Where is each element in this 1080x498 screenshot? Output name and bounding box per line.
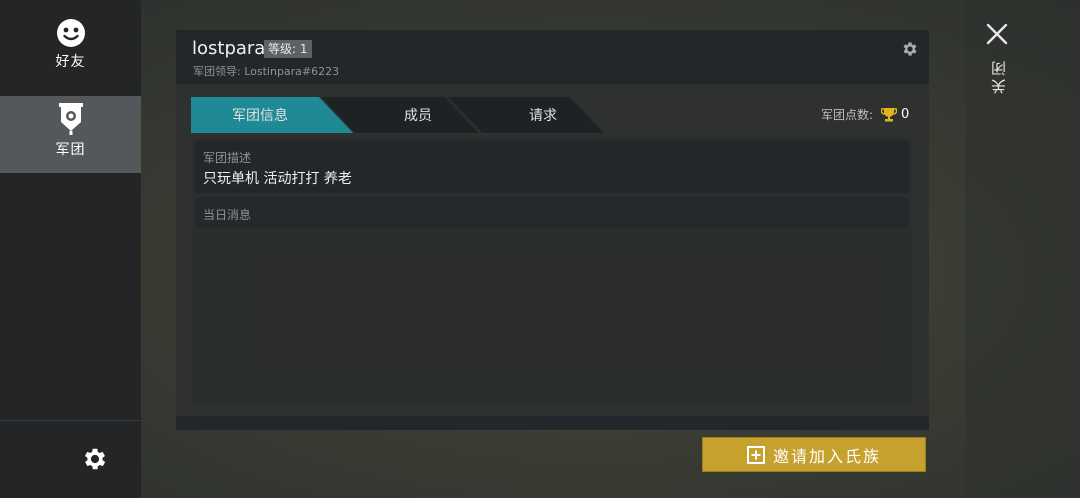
tab-requests[interactable]: 请求 xyxy=(448,97,608,133)
invite-to-clan-button[interactable]: 邀请加入氏族 xyxy=(702,437,926,472)
points-value: 0 xyxy=(901,107,910,122)
gear-icon[interactable] xyxy=(901,40,919,58)
sidebar-item-legion[interactable]: 军团 xyxy=(0,96,141,173)
sidebar-divider xyxy=(0,420,141,421)
tab-bar: 军团信息 成员 请求 xyxy=(191,97,621,133)
clan-points: 军团点数: 0 xyxy=(821,106,909,123)
clan-name: lostpara xyxy=(192,38,266,59)
close-label[interactable]: 关闭 xyxy=(988,58,1009,94)
smiley-face-icon xyxy=(56,19,85,47)
daily-message-title: 当日消息 xyxy=(203,208,252,222)
clan-leader: 军团领导: Lostinpara#6223 xyxy=(193,65,340,78)
invite-button-label: 邀请加入氏族 xyxy=(772,446,881,466)
sidebar-item-label: 军团 xyxy=(55,142,86,158)
plus-box-icon xyxy=(746,445,765,464)
description-text: 只玩单机 活动打打 养老 xyxy=(203,171,352,187)
sidebar-item-label: 好友 xyxy=(55,54,86,70)
tab-background xyxy=(448,97,604,133)
level-badge: 等级: 1 xyxy=(264,40,312,58)
points-label: 军团点数: xyxy=(821,108,874,122)
daily-message-box xyxy=(195,197,909,228)
gear-icon[interactable] xyxy=(81,445,109,473)
tab-label: 军团信息 xyxy=(232,108,288,124)
trophy-icon xyxy=(881,108,898,122)
tab-label: 成员 xyxy=(404,108,432,124)
legion-banner-icon xyxy=(58,103,83,135)
sidebar: 好友 军团 xyxy=(0,0,141,498)
description-title: 军团描述 xyxy=(203,151,252,165)
tab-label: 请求 xyxy=(529,108,557,124)
panel-footer xyxy=(176,416,929,430)
close-icon[interactable] xyxy=(985,22,1009,46)
clan-screen: 好友 军团 关闭 lostpara 等级: 1 军团领导: Lostinpara… xyxy=(0,0,1080,498)
sidebar-item-friends[interactable]: 好友 xyxy=(0,18,141,88)
right-strip xyxy=(965,0,1080,498)
